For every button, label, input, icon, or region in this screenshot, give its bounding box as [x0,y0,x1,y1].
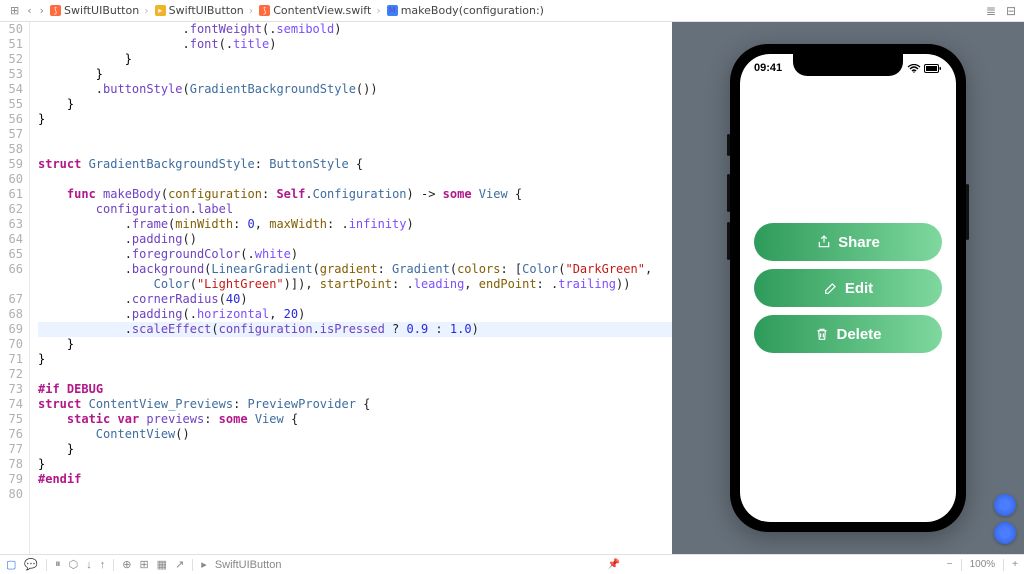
scheme-icon[interactable]: ▸ [201,558,207,571]
app-content: Share Edit Delete [740,54,956,522]
breadcrumb-symbol[interactable]: M makeBody(configuration:) [387,4,544,17]
folder-icon: ▸ [155,5,166,16]
debug-icon-3[interactable]: ▦ [157,558,167,571]
delete-label: Delete [836,326,881,343]
power-button [966,184,969,240]
debug-icon-1[interactable]: ⊕ [122,558,131,571]
options-icon[interactable]: ≣ [986,4,996,18]
chevron-right-icon: › [142,4,150,17]
related-items-icon[interactable]: ⊞ [8,4,21,17]
edit-label: Edit [845,280,873,297]
preview-fab-1[interactable] [994,494,1016,516]
chevron-right-icon: › [374,4,382,17]
method-icon: M [387,5,398,16]
swift-file-icon: ⟆ [50,5,61,16]
preview-fabs [994,494,1016,544]
nav-back-icon[interactable]: ‹ [25,4,33,17]
debug-icon-4[interactable]: ↗ [175,558,184,571]
edit-button[interactable]: Edit [754,269,942,307]
swift-file-icon: ⟆ [259,5,270,16]
step-in-icon[interactable]: ↓ [86,559,92,571]
step-out-icon[interactable]: ↑ [100,559,106,571]
zoom-in-button[interactable]: + [1012,559,1018,570]
breadcrumb-folder[interactable]: ▸ SwiftUIButton › [155,4,256,17]
share-label: Share [838,234,880,251]
volume-down [727,222,730,260]
delete-button[interactable]: Delete [754,315,942,353]
step-icon[interactable]: ⬡ [69,558,79,571]
device-screen: 09:41 Share Edit [740,54,956,522]
chevron-right-icon: › [247,4,255,17]
line-gutter: 5051525354555657585960616263646566676869… [0,22,30,554]
zoom-level[interactable]: 100% [970,559,996,570]
share-icon [816,234,832,250]
assistant-icon[interactable]: ⊟ [1006,4,1016,18]
nav-forward-icon[interactable]: › [38,4,46,17]
edit-icon [823,280,839,296]
device-frame: 09:41 Share Edit [730,44,966,532]
zoom-out-button[interactable]: − [947,559,953,570]
scheme-name[interactable]: SwiftUIButton [215,559,282,571]
code-editor[interactable]: 5051525354555657585960616263646566676869… [0,22,672,554]
share-button[interactable]: Share [754,223,942,261]
code-area[interactable]: .fontWeight(.semibold) .font(.title) } }… [30,22,672,554]
debug-icon-2[interactable]: ⊞ [139,558,148,571]
breadcrumb-bar: ⊞ ‹ › ⟆ SwiftUIButton › ▸ SwiftUIButton … [0,0,1024,22]
main-split: 5051525354555657585960616263646566676869… [0,22,1024,554]
preview-fab-2[interactable] [994,522,1016,544]
breadcrumb-project[interactable]: ⟆ SwiftUIButton › [50,4,151,17]
breadcrumb-file[interactable]: ⟆ ContentView.swift › [259,4,383,17]
trash-icon [814,326,830,342]
toggle-view-icon[interactable]: ▢ [6,558,16,571]
speech-bubble-icon[interactable]: 💬 [24,558,38,571]
mute-switch [727,134,730,156]
volume-up [727,174,730,212]
play-pause-icon[interactable]: ⏸ [55,558,61,571]
pin-icon[interactable]: 📌 [604,559,624,570]
bottom-toolbar: ▢ 💬 ⏸ ⬡ ↓ ↑ ⊕ ⊞ ▦ ↗ ▸ SwiftUIButton 📌 − … [0,554,1024,574]
preview-canvas: 09:41 Share Edit [672,22,1024,554]
